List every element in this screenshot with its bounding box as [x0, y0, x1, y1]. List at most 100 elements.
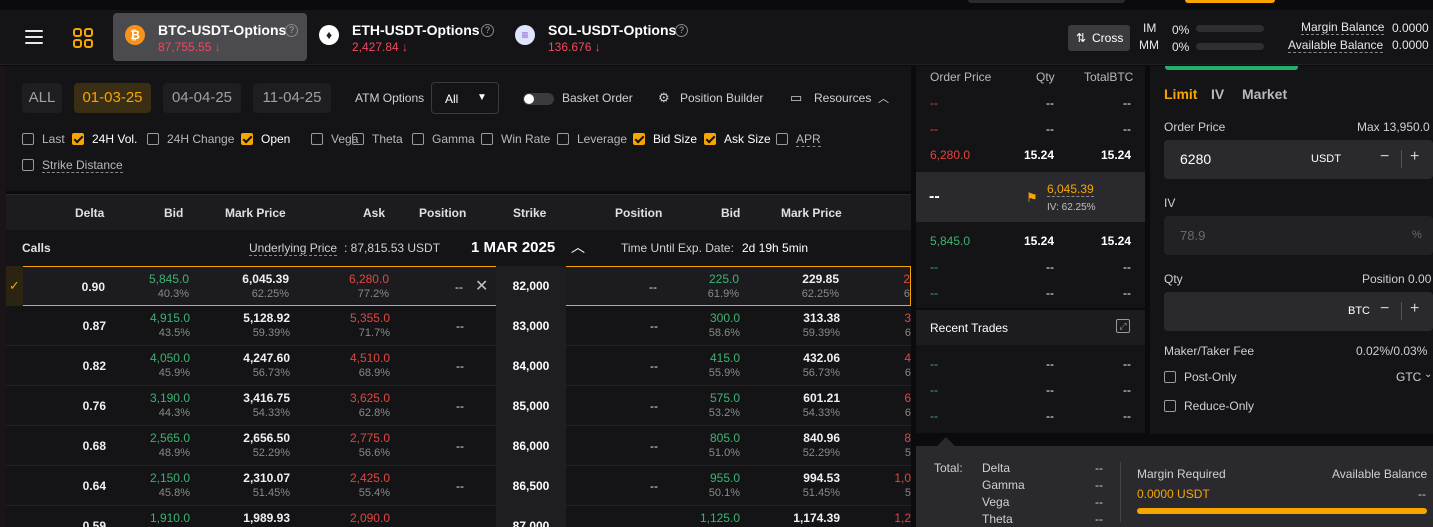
reduce-only-checkbox[interactable] — [1164, 400, 1176, 412]
menu-icon[interactable] — [25, 30, 43, 44]
bid-price: 2,150.0 — [149, 471, 190, 485]
order-price-input[interactable]: 6280 USDT − + — [1164, 140, 1433, 179]
help-icon[interactable]: ? — [481, 24, 494, 37]
order-type-market[interactable]: Market — [1242, 86, 1287, 102]
table-row[interactable]: 0.68 2,565.0 48.9% 2,656.50 52.29% 2,775.0 56.… — [6, 426, 911, 466]
strike-cell[interactable]: 87,000 — [496, 506, 566, 527]
apps-grid-icon[interactable] — [73, 28, 93, 48]
table-row[interactable]: 0.76 3,190.0 44.3% 3,416.75 54.33% 3,625.0 62.… — [6, 386, 911, 426]
put-mark-price: 994.53 — [803, 471, 840, 485]
tab-btc-usdt-options[interactable]: ₿ BTC-USDT-Options ? 87,755.55 ↓ — [113, 13, 307, 61]
table-row[interactable]: 0.82 4,050.0 45.9% 4,247.60 56.73% 4,510.0 68.… — [6, 346, 911, 386]
expiry-chip-04-04-25[interactable]: 04-04-25 — [163, 83, 241, 113]
expiry-chip-01-03-25[interactable]: 01-03-25 — [74, 83, 151, 113]
mark-iv: 54.33% — [252, 407, 290, 419]
strike-cell[interactable]: 84,000 — [496, 346, 566, 386]
increase-qty-button[interactable]: + — [1410, 300, 1419, 318]
ask-iv: 68.9% — [358, 367, 390, 379]
column-checkbox-vega[interactable] — [311, 133, 323, 145]
column-checkbox-24h-vol-[interactable] — [72, 133, 84, 145]
strike-cell[interactable]: 82,000 — [496, 266, 566, 306]
bid-total: -- — [1123, 260, 1131, 274]
close-icon[interactable]: ✕ — [475, 276, 488, 296]
table-row[interactable]: 0.87 4,915.0 43.5% 5,128.92 59.39% 5,355.0 71.… — [6, 306, 911, 346]
table-row[interactable]: 0.64 2,150.0 45.8% 2,310.07 51.45% 2,425.0 55.… — [6, 466, 911, 506]
search-bar-edge[interactable] — [968, 0, 1125, 3]
order-type-limit[interactable]: Limit — [1164, 86, 1197, 102]
expiry-chip-all[interactable]: ALL — [22, 83, 62, 113]
put-mark-iv: 54.33% — [802, 407, 840, 419]
column-checkbox-win-rate[interactable] — [481, 133, 493, 145]
trade-total: -- — [1123, 409, 1131, 423]
collapse-chevron-icon[interactable]: ︿ — [571, 237, 585, 257]
greek-vega-value: -- — [1095, 495, 1103, 509]
mark-iv: 62.25% — [251, 288, 289, 300]
help-icon[interactable]: ? — [285, 24, 298, 37]
available-balance-label: Available Balance — [1288, 38, 1384, 53]
iv-label: IV — [1164, 196, 1176, 210]
deposit-button-edge[interactable] — [1185, 0, 1275, 3]
increase-price-button[interactable]: + — [1410, 148, 1419, 166]
fee-value: 0.02%/0.03% — [1356, 344, 1428, 358]
mark-price: 3,416.75 — [243, 391, 290, 405]
basket-order-toggle[interactable] — [523, 93, 554, 105]
bid-price: 3,190.0 — [149, 391, 190, 405]
margin-required-label: Margin Required — [1137, 467, 1226, 481]
strike-cell[interactable]: 83,000 — [496, 306, 566, 346]
help-icon[interactable]: ? — [675, 24, 688, 37]
tab-eth-usdt-options[interactable]: ♦ ETH-USDT-Options ? 2,427.84 ↓ — [307, 13, 503, 61]
strike-cell[interactable]: 86,000 — [496, 426, 566, 466]
atm-options-label: ATM Options — [355, 91, 425, 105]
qty-input[interactable]: BTC − + — [1164, 292, 1433, 331]
time-in-force-select[interactable]: GTC — [1396, 370, 1421, 384]
ask-iv: 56.6% — [358, 447, 390, 459]
column-checkbox-leverage[interactable] — [557, 133, 569, 145]
table-row[interactable]: 0.90 5,845.0 40.3% 6,045.39 62.25% 6,280.0 77.… — [6, 266, 911, 306]
divider — [1401, 150, 1402, 168]
recent-trades-label: Recent Trades — [930, 321, 1009, 335]
expiry-chip-11-04-25[interactable]: 11-04-25 — [253, 83, 331, 113]
decrease-price-button[interactable]: − — [1380, 148, 1389, 166]
ask-iv: 55.4% — [358, 487, 390, 499]
column-checkbox-theta[interactable] — [352, 133, 364, 145]
trade-price: -- — [930, 357, 938, 371]
margin-mode-button[interactable]: ⇅ Cross — [1068, 25, 1130, 51]
put-ask-price: 3 — [904, 311, 911, 325]
put-position-value: -- — [650, 439, 658, 453]
column-checkbox-open[interactable] — [241, 133, 253, 145]
column-checkbox-gamma[interactable] — [412, 133, 424, 145]
strike-distance-checkbox[interactable] — [22, 159, 34, 171]
post-only-checkbox[interactable] — [1164, 371, 1176, 383]
expand-icon[interactable]: ⤢ — [1116, 319, 1130, 333]
put-position-value: -- — [650, 399, 658, 413]
chevron-down-icon: ⌄ — [1424, 369, 1433, 380]
decrease-qty-button[interactable]: − — [1380, 300, 1389, 318]
delta-value: 0.82 — [82, 359, 106, 373]
column-checkbox-last[interactable] — [22, 133, 34, 145]
ob-header-total: TotalBTC — [1084, 70, 1134, 84]
tab-sol-usdt-options[interactable]: ≡ SOL-USDT-Options ? 136.676 ↓ — [503, 13, 699, 61]
header-put-bid: Bid — [721, 206, 741, 220]
ob-header-price: Order Price — [930, 70, 992, 84]
table-row[interactable]: 0.59 1,910.0 1,989.93 2,090.0 1,125.0 1,174.3… — [6, 506, 911, 527]
table-header: Delta Bid Mark Price Ask Position Strike… — [6, 194, 911, 230]
ask-qty: -- — [1046, 96, 1054, 110]
ask-price: 4,510.0 — [349, 351, 390, 365]
column-checkbox-ask-size[interactable] — [704, 133, 716, 145]
put-ask-iv: 5 — [904, 487, 911, 499]
column-checkbox-apr[interactable] — [776, 133, 788, 145]
atm-options-select[interactable]: All ▼ — [431, 82, 499, 114]
column-label: Ask Size — [724, 132, 771, 146]
resources-button[interactable]: Resources — [814, 91, 871, 105]
strike-cell[interactable]: 86,500 — [496, 466, 566, 506]
position-builder-button[interactable]: Position Builder — [680, 91, 763, 105]
ask-price: -- — [930, 122, 938, 136]
column-checkbox-24h-change[interactable] — [147, 133, 159, 145]
iv-input[interactable]: 78.9 % — [1164, 216, 1433, 255]
chevron-up-icon[interactable]: ︿ — [878, 90, 889, 106]
column-checkbox-bid-size[interactable] — [633, 133, 645, 145]
header-ask: Ask — [363, 206, 386, 220]
header-mark-price: Mark Price — [225, 206, 286, 220]
order-type-iv[interactable]: IV — [1211, 86, 1224, 102]
strike-cell[interactable]: 85,000 — [496, 386, 566, 426]
